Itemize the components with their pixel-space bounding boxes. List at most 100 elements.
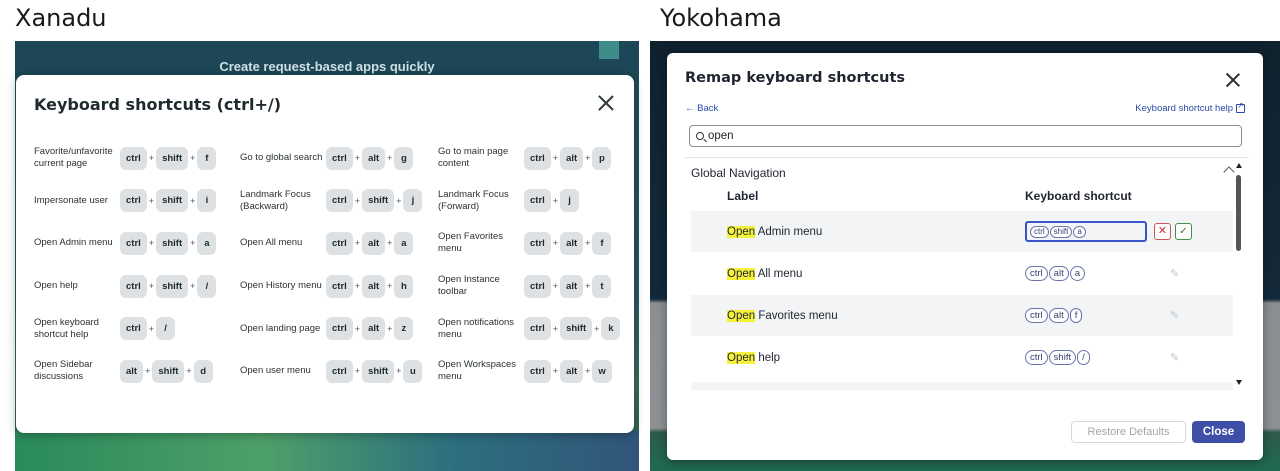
pencil-icon[interactable]: ✎ — [1170, 268, 1182, 280]
plus-sign: + — [552, 366, 559, 377]
shortcut-item: Landmark Focus (Backward) ctrl + shift + j — [240, 180, 438, 223]
modal-title: Keyboard shortcuts (ctrl+/) — [34, 95, 281, 114]
shortcut-item: Open History menu ctrl + alt + h — [240, 265, 438, 308]
plus-sign: + — [190, 281, 196, 292]
shortcut-keys: ctrl alt a — [1025, 266, 1086, 281]
plus-sign: + — [552, 153, 559, 164]
key-cap: shift — [156, 146, 189, 170]
close-button[interactable]: Close — [1192, 421, 1245, 443]
key-cap: / — [156, 317, 176, 341]
section-title: Global Navigation — [691, 166, 786, 180]
key-cap: ctrl — [326, 317, 353, 341]
section-global-navigation[interactable]: Global Navigation — [685, 157, 1249, 180]
scroll-thumb[interactable] — [1236, 175, 1241, 251]
key-cap: ctrl — [120, 189, 147, 213]
key-cap: alt — [362, 317, 386, 341]
key-cap: alt — [362, 231, 386, 255]
restore-defaults-button[interactable]: Restore Defaults — [1071, 421, 1186, 443]
search-match-highlight: Open — [727, 225, 756, 238]
plus-sign: + — [387, 323, 393, 334]
cancel-edit-button[interactable]: ✕ — [1154, 223, 1171, 240]
key-cap: shift — [362, 359, 395, 383]
row-label-text: help — [755, 351, 781, 364]
key-cap: ctrl — [120, 274, 147, 298]
plus-sign: + — [190, 238, 196, 249]
key-cap: a — [197, 231, 217, 255]
key-cap: ctrl — [326, 189, 353, 213]
shortcut-edit-input[interactable]: ctrl shift a — [1025, 221, 1147, 242]
plus-sign: + — [585, 366, 591, 377]
back-link[interactable]: ← Back — [685, 103, 718, 114]
close-icon[interactable] — [1225, 72, 1241, 88]
shortcut-label: Landmark Focus (Forward) — [438, 188, 509, 212]
scrollbar[interactable] — [1235, 161, 1243, 387]
key-cap: h — [394, 274, 414, 298]
plus-sign: + — [354, 323, 361, 334]
shortcut-label: Open Sidebar discussions — [34, 359, 93, 383]
key-cap: a — [1073, 225, 1086, 238]
key-cap: ctrl — [524, 146, 551, 170]
scroll-down-icon[interactable] — [1236, 380, 1242, 385]
key-cap: ctrl — [326, 359, 353, 383]
key-cap: ctrl — [1025, 350, 1048, 365]
shortcut-item: Open keyboard shortcut help ctrl + / — [34, 307, 240, 350]
key-cap: k — [601, 317, 621, 341]
key-cap: / — [197, 274, 217, 298]
plus-sign: + — [552, 195, 559, 206]
background-bottom-strip — [15, 431, 639, 471]
key-cap: i — [197, 189, 217, 213]
shortcut-item: Open Workspaces menu ctrl + alt + w — [438, 350, 624, 393]
table-row: Open Favorites menu ctrl alt f ✎ — [691, 295, 1233, 336]
shortcut-item: Favorite/unfavorite current page ctrl + shi… — [34, 137, 240, 180]
shortcut-keys: ctrl + shift + j — [326, 189, 423, 213]
key-cap: shift — [156, 189, 189, 213]
key-cap: / — [1077, 350, 1090, 365]
key-cap: ctrl — [524, 231, 551, 255]
xanadu-shortcuts-modal: Keyboard shortcuts (ctrl+/) Favorite/unf… — [16, 75, 634, 433]
shortcut-keys: ctrl + alt + a — [326, 231, 414, 255]
shortcut-keys: alt + shift + d — [120, 359, 213, 383]
plus-sign: + — [145, 366, 151, 377]
pencil-icon[interactable]: ✎ — [1170, 352, 1182, 364]
shortcut-item: Open user menu ctrl + shift + u — [240, 350, 438, 393]
shortcut-keys: ctrl + alt + t — [524, 274, 612, 298]
search-input[interactable]: open — [689, 125, 1242, 147]
remap-shortcuts-modal: Remap keyboard shortcuts ← Back Keyboard… — [667, 53, 1263, 460]
search-match-highlight: Open — [727, 351, 756, 364]
close-icon[interactable] — [596, 93, 616, 113]
key-cap: a — [1069, 266, 1086, 281]
key-cap: u — [403, 359, 423, 383]
scroll-up-icon[interactable] — [1236, 163, 1242, 168]
key-cap: shift — [362, 189, 395, 213]
confirm-edit-button[interactable]: ✓ — [1175, 223, 1192, 240]
key-cap: p — [592, 146, 612, 170]
modal-title: Remap keyboard shortcuts — [685, 70, 906, 86]
shortcut-label: Favorite/unfavorite current page — [34, 146, 113, 170]
key-cap: w — [592, 359, 612, 383]
shortcut-item: Go to main page content ctrl + alt + p — [438, 137, 624, 180]
plus-sign: + — [585, 238, 591, 249]
shortcut-label: Open help — [34, 280, 78, 292]
key-cap: alt — [560, 359, 584, 383]
row-label: Open All menu — [727, 267, 802, 280]
key-cap: z — [394, 317, 414, 341]
plus-sign: + — [387, 238, 393, 249]
plus-sign: + — [190, 195, 196, 206]
panel-title-yokohama: Yokohama — [660, 4, 782, 32]
shortcut-keys: ctrl + alt + g — [326, 146, 414, 170]
shortcut-keys: ctrl + alt + p — [524, 146, 612, 170]
key-cap: alt — [1048, 266, 1069, 281]
shortcut-label: Open notifications menu — [438, 316, 515, 340]
key-cap: f — [197, 146, 217, 170]
plus-sign: + — [387, 153, 393, 164]
pencil-icon[interactable]: ✎ — [1170, 310, 1182, 322]
shortcut-help-link[interactable]: Keyboard shortcut help — [1135, 101, 1245, 114]
shortcut-keys: ctrl + shift + u — [326, 359, 423, 383]
shortcut-keys: ctrl + alt + w — [524, 359, 612, 383]
shortcut-label: Go to global search — [240, 152, 323, 164]
table-row: Open help ctrl shift / ✎ — [691, 337, 1233, 378]
shortcut-item: Open landing page ctrl + alt + z — [240, 307, 438, 350]
chevron-up-icon[interactable] — [1223, 166, 1235, 178]
decorative-cube — [599, 41, 619, 59]
table-row-partial — [691, 382, 1233, 390]
